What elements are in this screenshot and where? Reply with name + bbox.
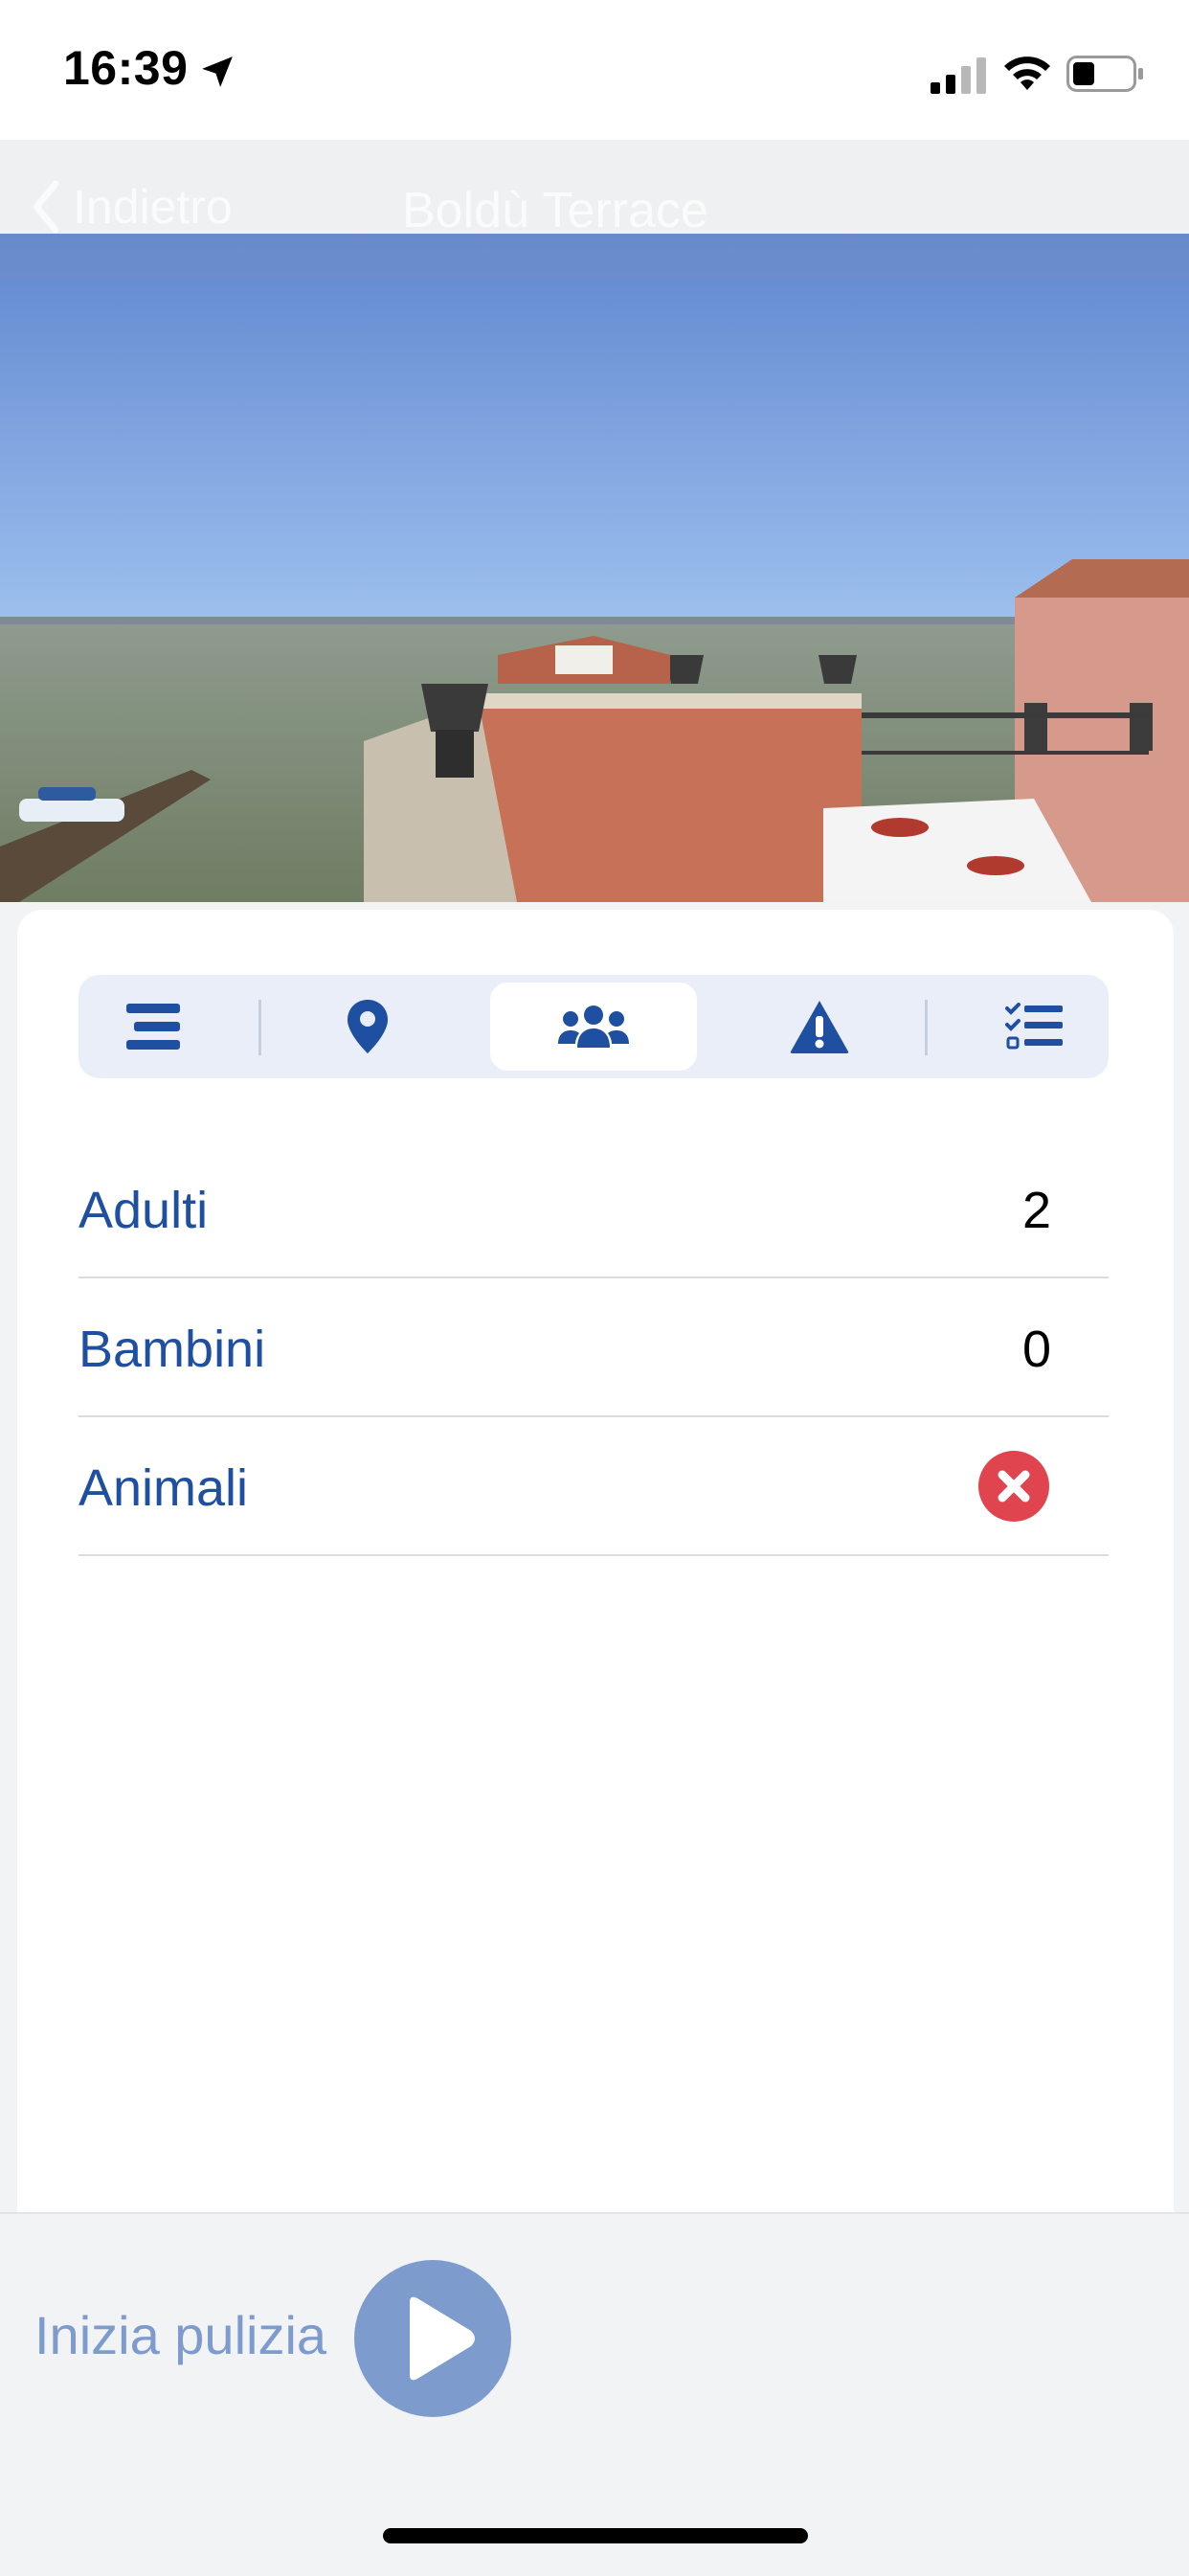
tab-location[interactable]: [301, 983, 435, 1071]
users-group-icon: [558, 1006, 629, 1048]
not-allowed-icon: [978, 1451, 1049, 1522]
start-cleaning-label[interactable]: Inizia pulizia: [34, 2304, 326, 2366]
wifi-icon: [1004, 56, 1050, 90]
start-cleaning-button[interactable]: [354, 2260, 511, 2417]
list-item-children: Bambini 0: [79, 1277, 1109, 1417]
property-photo: [0, 234, 1189, 902]
tab-separator: [258, 1000, 261, 1055]
warning-triangle-icon: [790, 1001, 849, 1053]
back-button[interactable]: Indietro: [29, 178, 233, 236]
checklist-icon: [1005, 1003, 1063, 1050]
tab-checklist[interactable]: [967, 983, 1101, 1071]
chevron-left-icon: [33, 180, 59, 234]
cellular-signal-icon: [931, 57, 986, 94]
battery-icon: [1066, 56, 1143, 92]
status-bar: 16:39: [0, 0, 1189, 140]
children-label: Bambini: [79, 1321, 266, 1378]
description-lines-icon: [126, 1004, 180, 1050]
adults-label: Adulti: [79, 1182, 209, 1239]
adults-value: 2: [1021, 1182, 1051, 1239]
location-arrow-icon: [202, 56, 233, 87]
page-title: Boldù Terrace: [402, 183, 708, 238]
details-card: [17, 910, 1174, 2212]
home-indicator[interactable]: [383, 2528, 808, 2543]
tab-separator: [925, 1000, 928, 1055]
tab-alerts[interactable]: [752, 983, 886, 1071]
tab-guests[interactable]: [490, 983, 697, 1071]
back-label: Indietro: [73, 180, 233, 234]
navigation-bar: Indietro Boldù Terrace: [0, 140, 1189, 238]
status-time: 16:39: [63, 41, 189, 95]
section-tabs: [79, 975, 1109, 1078]
tab-description[interactable]: [86, 983, 220, 1071]
children-value: 0: [1021, 1321, 1051, 1378]
pets-label: Animali: [79, 1459, 249, 1517]
list-item-adults: Adulti 2: [79, 1139, 1109, 1278]
map-pin-icon: [348, 1000, 388, 1053]
bottom-action-bar: Inizia pulizia: [0, 2212, 1189, 2576]
list-item-pets: Animali: [79, 1416, 1109, 1556]
play-icon: [410, 2296, 475, 2381]
